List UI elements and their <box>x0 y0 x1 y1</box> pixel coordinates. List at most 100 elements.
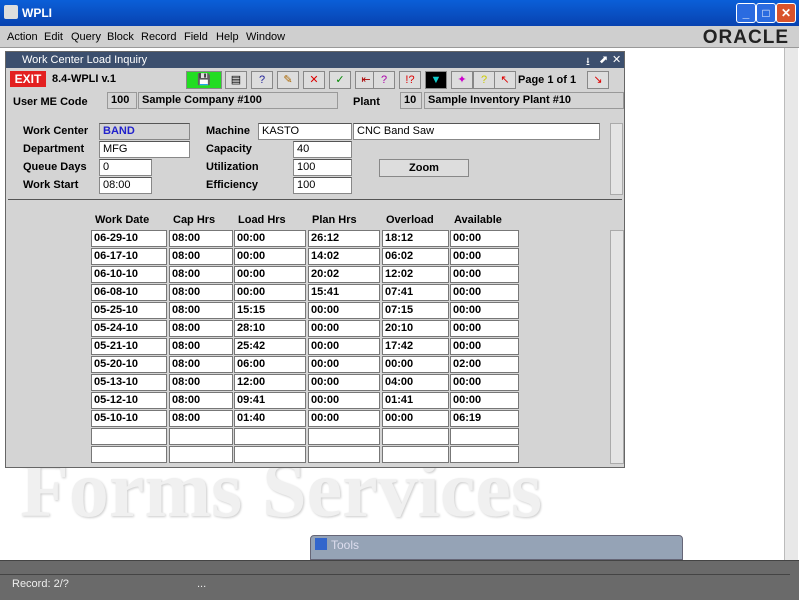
table-cell[interactable]: 00:00 <box>234 266 306 283</box>
table-cell[interactable]: 06-10-10 <box>91 266 167 283</box>
table-cell[interactable]: 09:41 <box>234 392 306 409</box>
query-button[interactable]: ? <box>373 71 395 89</box>
menu-block[interactable]: Block <box>107 31 134 43</box>
clipboard-button[interactable]: ▤ <box>225 71 247 89</box>
table-cell[interactable]: 00:00 <box>234 248 306 265</box>
table-cell[interactable]: 00:00 <box>308 356 380 373</box>
table-cell[interactable] <box>308 446 380 463</box>
close-button[interactable]: ✕ <box>776 3 796 23</box>
table-cell[interactable]: 01:40 <box>234 410 306 427</box>
table-cell[interactable]: 14:02 <box>308 248 380 265</box>
table-cell[interactable]: 08:00 <box>169 302 233 319</box>
work-start-input[interactable]: 08:00 <box>99 177 152 194</box>
accept-button[interactable]: ✓ <box>329 71 351 89</box>
table-cell[interactable]: 08:00 <box>169 410 233 427</box>
table-cell[interactable]: 08:00 <box>169 248 233 265</box>
utilization-input[interactable]: 100 <box>293 159 352 176</box>
table-cell[interactable]: 00:00 <box>450 320 519 337</box>
table-cell[interactable]: 08:00 <box>169 392 233 409</box>
table-cell[interactable]: 08:00 <box>169 320 233 337</box>
table-cell[interactable]: 20:02 <box>308 266 380 283</box>
table-cell[interactable]: 07:15 <box>382 302 449 319</box>
table-cell[interactable]: 00:00 <box>308 320 380 337</box>
table-cell[interactable]: 00:00 <box>234 230 306 247</box>
table-cell[interactable]: 00:00 <box>450 338 519 355</box>
table-cell[interactable]: 00:00 <box>308 374 380 391</box>
table-cell[interactable]: 18:12 <box>382 230 449 247</box>
machine-input[interactable]: KASTO <box>258 123 352 140</box>
table-cell[interactable]: 06-29-10 <box>91 230 167 247</box>
table-cell[interactable]: 04:00 <box>382 374 449 391</box>
menu-query[interactable]: Query <box>71 31 101 43</box>
table-cell[interactable]: 05-25-10 <box>91 302 167 319</box>
table-cell[interactable] <box>234 428 306 445</box>
table-cell[interactable]: 08:00 <box>169 338 233 355</box>
table-cell[interactable]: 00:00 <box>450 248 519 265</box>
next-page-button[interactable]: ↘ <box>587 71 609 89</box>
table-cell[interactable]: 08:00 <box>169 374 233 391</box>
table-cell[interactable]: 08:00 <box>169 230 233 247</box>
table-cell[interactable]: 15:41 <box>308 284 380 301</box>
capacity-input[interactable]: 40 <box>293 141 352 158</box>
menu-action[interactable]: Action <box>7 31 38 43</box>
zoom-button[interactable]: Zoom <box>379 159 469 177</box>
table-cell[interactable] <box>169 428 233 445</box>
table-cell[interactable]: 06-17-10 <box>91 248 167 265</box>
menu-field[interactable]: Field <box>184 31 208 43</box>
table-cell[interactable] <box>169 446 233 463</box>
table-cell[interactable] <box>91 428 167 445</box>
table-cell[interactable]: 17:42 <box>382 338 449 355</box>
table-cell[interactable]: 06-08-10 <box>91 284 167 301</box>
table-cell[interactable]: 05-21-10 <box>91 338 167 355</box>
table-cell[interactable]: 26:12 <box>308 230 380 247</box>
menu-record[interactable]: Record <box>141 31 176 43</box>
department-input[interactable]: MFG <box>99 141 190 158</box>
table-cell[interactable]: 00:00 <box>382 356 449 373</box>
table-cell[interactable]: 12:00 <box>234 374 306 391</box>
table-cell[interactable]: 06:02 <box>382 248 449 265</box>
menu-edit[interactable]: Edit <box>44 31 63 43</box>
table-cell[interactable]: 20:10 <box>382 320 449 337</box>
table-cell[interactable]: 00:00 <box>450 374 519 391</box>
workspace-scrollbar[interactable] <box>784 48 798 560</box>
table-cell[interactable]: 25:42 <box>234 338 306 355</box>
filter-button[interactable]: ▼ <box>425 71 447 89</box>
table-cell[interactable]: 00:00 <box>450 230 519 247</box>
table-cell[interactable]: 00:00 <box>308 392 380 409</box>
table-cell[interactable]: 00:00 <box>450 266 519 283</box>
table-cell[interactable] <box>450 446 519 463</box>
table-cell[interactable]: 00:00 <box>382 410 449 427</box>
maximize-icon[interactable]: ⬈ <box>599 53 608 66</box>
exit-button[interactable]: EXIT <box>10 71 46 87</box>
table-cell[interactable]: 00:00 <box>450 392 519 409</box>
menu-window[interactable]: Window <box>246 31 285 43</box>
error-help-button[interactable]: !? <box>399 71 421 89</box>
efficiency-input[interactable]: 100 <box>293 177 352 194</box>
table-cell[interactable]: 05-12-10 <box>91 392 167 409</box>
save-button[interactable]: 💾 <box>186 71 222 89</box>
maximize-button[interactable]: □ <box>756 3 776 23</box>
form-scrollbar[interactable] <box>610 123 623 195</box>
previous-page-button[interactable]: ↖ <box>494 71 516 89</box>
table-cell[interactable]: 05-20-10 <box>91 356 167 373</box>
table-cell[interactable]: 08:00 <box>169 284 233 301</box>
menu-help[interactable]: Help <box>216 31 239 43</box>
table-cell[interactable] <box>382 446 449 463</box>
table-cell[interactable]: 00:00 <box>450 284 519 301</box>
table-cell[interactable]: 00:00 <box>234 284 306 301</box>
help-query-button[interactable]: ? <box>251 71 273 89</box>
table-cell[interactable]: 01:41 <box>382 392 449 409</box>
table-cell[interactable]: 00:00 <box>308 302 380 319</box>
table-cell[interactable]: 02:00 <box>450 356 519 373</box>
table-cell[interactable]: 08:00 <box>169 266 233 283</box>
table-cell[interactable] <box>91 446 167 463</box>
table-cell[interactable]: 05-24-10 <box>91 320 167 337</box>
table-cell[interactable]: 06:00 <box>234 356 306 373</box>
wand-button[interactable]: ✦ <box>451 71 473 89</box>
table-cell[interactable]: 05-13-10 <box>91 374 167 391</box>
table-cell[interactable] <box>382 428 449 445</box>
table-cell[interactable]: 12:02 <box>382 266 449 283</box>
table-cell[interactable]: 00:00 <box>450 302 519 319</box>
table-cell[interactable]: 07:41 <box>382 284 449 301</box>
tool-button[interactable]: ✎ <box>277 71 299 89</box>
